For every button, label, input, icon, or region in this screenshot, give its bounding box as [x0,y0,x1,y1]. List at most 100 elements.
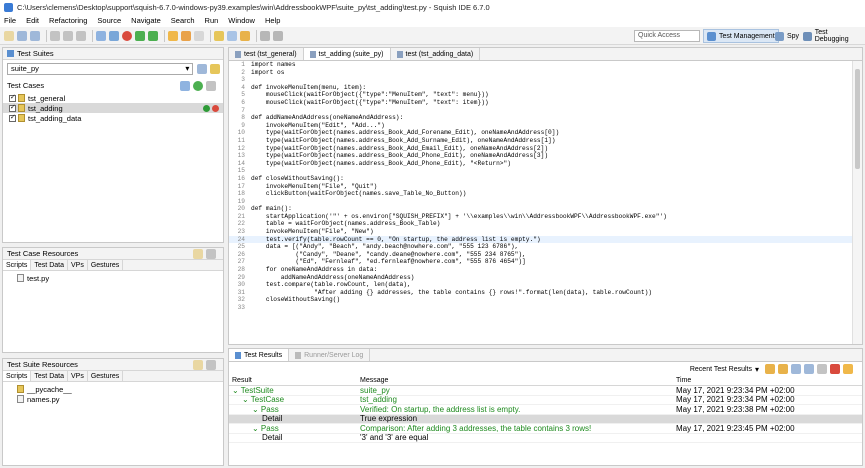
code-line[interactable]: 18 clickButton(waitForObject(names.save_… [229,190,852,198]
collapse-all-icon[interactable] [804,364,814,374]
code-line[interactable]: 19 [229,198,852,206]
checkbox[interactable] [9,103,16,112]
cut-icon[interactable] [50,30,60,41]
tab-test-data[interactable]: Test Data [31,371,68,381]
code-line[interactable]: 15 [229,167,852,175]
debug-icon[interactable] [168,30,178,41]
export-icon[interactable] [843,364,853,374]
next-failure-icon[interactable] [778,364,788,374]
save-icon[interactable] [17,30,27,41]
tab-runner-log[interactable]: Runner/Server Log [289,349,371,361]
code-line[interactable]: 13 type(waitForObject(names.address_Book… [229,152,852,160]
run-icon[interactable] [135,30,145,41]
code-line[interactable]: 17 invokeMenuItem("File", "Quit") [229,183,852,191]
result-row[interactable]: Detail '3' and '3' are equal [229,433,862,443]
code-line[interactable]: 33 [229,304,852,312]
paste-icon[interactable] [76,30,86,41]
perspective-test-management[interactable]: Test Management [703,29,779,43]
code-line[interactable]: 2 import os [229,69,852,77]
test-case-item[interactable]: tst_general [3,93,223,103]
prev-failure-icon[interactable] [765,364,775,374]
tab-test-data[interactable]: Test Data [31,260,68,270]
annotation-icon[interactable] [240,30,250,41]
tab-gestures[interactable]: Gestures [88,371,124,381]
new-suite-icon[interactable] [197,64,208,74]
code-line[interactable]: 24 test.verify(table.rowCount == 0, "On … [229,235,852,244]
code-line[interactable]: 9 invokeMenuItem("Edit", "Add...") [229,122,852,130]
tab-scripts[interactable]: Scripts [3,260,32,270]
perspective-test-debugging[interactable]: Test Debugging [800,29,865,43]
code-line[interactable]: 14 type(waitForObject(names.address_Book… [229,160,852,168]
pointer-icon[interactable] [96,30,106,41]
record-test-icon[interactable] [212,104,219,112]
code-area[interactable]: 1 import names 2 import os 3 4 def invokeMenuI… [229,61,852,344]
code-line[interactable]: 32 closeWithoutSaving() [229,296,852,304]
code-line[interactable]: 21 startApplication('"' + os.environ["SQ… [229,213,852,221]
column-time[interactable]: Time [673,377,862,384]
stop-icon[interactable] [194,30,204,41]
run-case-icon[interactable] [193,80,203,91]
test-case-item[interactable]: tst_adding [3,103,223,113]
tab-gestures[interactable]: Gestures [88,260,124,270]
resource-menu-icon[interactable] [206,248,216,259]
code-line[interactable]: 27 ("Ed", "Fernleaf", "ed.fernleaf@nowhe… [229,258,852,266]
recent-results-dropdown[interactable]: Recent Test Results [690,366,752,373]
editor-scrollbar[interactable] [852,61,862,344]
tab-vps[interactable]: VPs [68,371,88,381]
editor-tab-active[interactable]: tst_adding (suite_py) [303,48,391,60]
menu-source[interactable]: Source [97,16,121,25]
code-line[interactable]: 4 def invokeMenuItem(menu, item): [229,84,852,92]
quick-access-input[interactable]: Quick Access [634,30,700,42]
code-line[interactable]: 3 [229,76,852,84]
menu-search[interactable]: Search [171,16,195,25]
tab-scripts[interactable]: Scripts [3,371,32,381]
resource-folder-item[interactable]: __pycache__ [3,384,223,394]
step-icon[interactable] [181,30,191,41]
code-line[interactable]: 31 "After adding {} addresses, the table… [229,289,852,297]
code-line[interactable]: 7 [229,107,852,115]
menu-run[interactable]: Run [205,16,219,25]
search-icon[interactable] [227,30,237,41]
editor-tab[interactable]: test (tst_general) [229,48,304,60]
new-file-icon[interactable] [4,30,14,41]
result-row[interactable]: ⌄ TestCase tst_adding May 17, 2021 9:23:34… [229,395,862,405]
open-folder-icon[interactable] [214,30,224,41]
code-line[interactable]: 11 type(waitForObject(names.address_Book… [229,137,852,145]
menu-file[interactable]: File [4,16,16,25]
record-snippet-icon[interactable] [109,30,119,41]
code-line[interactable]: 6 mouseClick(waitForObject({"type":"Menu… [229,99,852,107]
column-result[interactable]: Result [229,377,357,384]
case-menu-icon[interactable] [206,80,216,91]
new-resource-icon[interactable] [193,248,203,259]
checkbox[interactable] [9,113,16,122]
code-line[interactable]: 16 def closeWithoutSaving(): [229,175,852,183]
new-resource-icon[interactable] [193,359,203,370]
tab-vps[interactable]: VPs [68,260,88,270]
code-line[interactable]: 22 table = waitForObject(names.address_B… [229,220,852,228]
chevron-down-icon[interactable]: ▾ [755,365,759,374]
menu-edit[interactable]: Edit [26,16,39,25]
result-row[interactable]: ⌄ Pass Verified: On startup, the address … [229,405,862,415]
filter-icon[interactable] [817,364,827,374]
menu-refactoring[interactable]: Refactoring [49,16,87,25]
column-message[interactable]: Message [357,377,673,384]
resource-menu-icon[interactable] [206,359,216,370]
back-icon[interactable] [260,30,270,41]
menu-help[interactable]: Help [265,16,280,25]
test-case-item[interactable]: tst_adding_data [3,113,223,123]
new-case-icon[interactable] [180,80,190,91]
code-line[interactable]: 28 for oneNameAndAddress in data: [229,266,852,274]
result-row[interactable]: Detail True expression [229,414,862,424]
code-line[interactable]: 29 addNameAndAddress(oneNameAndAddress) [229,274,852,282]
forward-icon[interactable] [273,30,283,41]
run-test-icon[interactable] [203,104,210,112]
copy-icon[interactable] [63,30,73,41]
scrollbar-thumb[interactable] [855,69,860,169]
result-row[interactable]: ⌄ Pass Comparison: After adding 3 address… [229,424,862,434]
resource-file-item[interactable]: test.py [3,273,223,283]
code-line[interactable]: 1 import names [229,61,852,69]
suite-selector[interactable]: suite_py [7,63,194,75]
menu-navigate[interactable]: Navigate [131,16,161,25]
code-line[interactable]: 25 data = [("Andy", "Beach", "andy.beach… [229,243,852,251]
code-line[interactable]: 10 type(waitForObject(names.address_Book… [229,129,852,137]
